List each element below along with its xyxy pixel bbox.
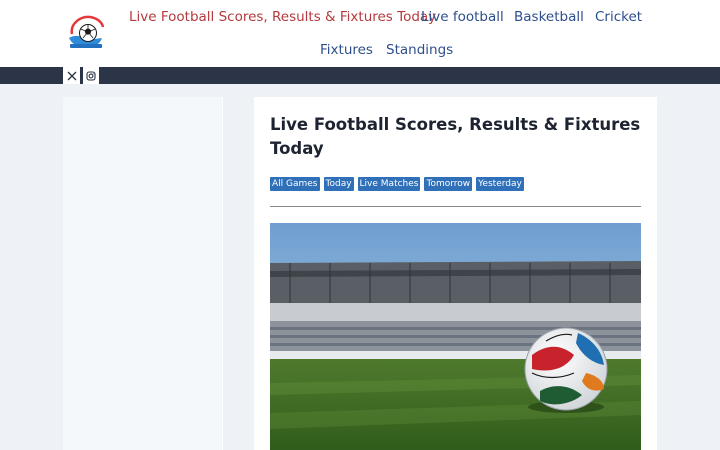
sidebar — [63, 97, 223, 450]
nav-item-cricket[interactable]: Cricket — [595, 9, 642, 25]
x-twitter-icon[interactable] — [63, 67, 80, 84]
football-stadium-ball-image — [270, 223, 641, 450]
instagram-icon[interactable] — [83, 67, 99, 84]
tag-all-games[interactable]: All Games — [270, 177, 320, 191]
tag-list: All Games Today Live Matches Tomorrow Yester… — [270, 177, 528, 191]
tag-live-matches[interactable]: Live Matches — [357, 177, 421, 191]
divider — [270, 206, 641, 207]
main-nav: Live Football Scores, Results & Fixtures… — [120, 0, 660, 67]
nav-item-live-scores[interactable]: Live Football Scores, Results & Fixtures… — [129, 9, 436, 25]
top-bar — [0, 67, 720, 84]
article-content: Live Football Scores, Results & Fixtures… — [254, 97, 657, 450]
nav-item-live-football[interactable]: Live football — [421, 9, 504, 25]
football-logo-icon[interactable] — [66, 14, 106, 52]
site-header: Live Football Scores, Results & Fixtures… — [0, 0, 720, 67]
tag-yesterday[interactable]: Yesterday — [476, 177, 524, 191]
tag-tomorrow[interactable]: Tomorrow — [424, 177, 473, 191]
tag-today[interactable]: Today — [323, 177, 354, 191]
page-title: Live Football Scores, Results & Fixtures… — [270, 115, 641, 158]
nav-item-standings[interactable]: Standings — [386, 42, 453, 58]
nav-item-fixtures[interactable]: Fixtures — [320, 42, 373, 58]
nav-item-basketball[interactable]: Basketball — [514, 9, 584, 25]
